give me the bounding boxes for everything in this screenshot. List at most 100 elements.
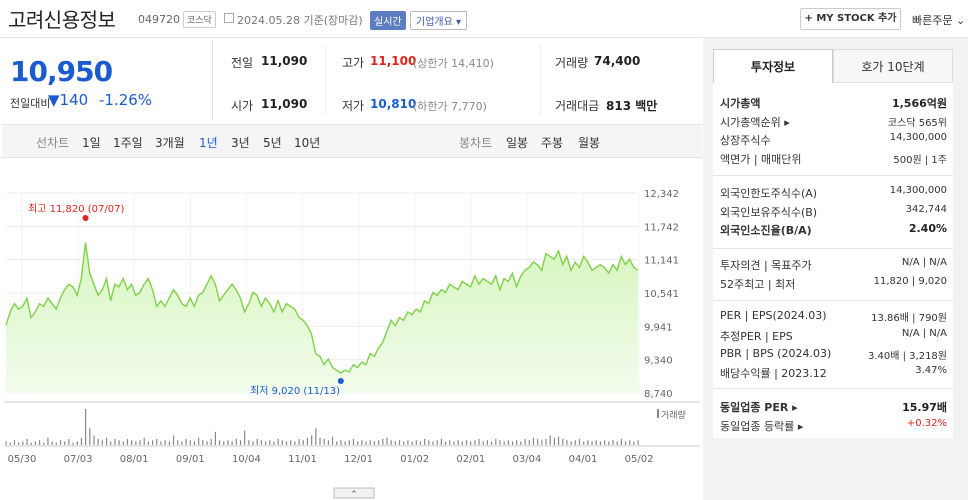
volume-bar <box>156 439 158 445</box>
volume-bar <box>55 442 57 445</box>
volume-bar <box>18 442 20 445</box>
info-value: 3.40배 | 3,218원 <box>867 350 947 362</box>
divider <box>325 45 326 115</box>
volume-bar <box>566 440 568 445</box>
volume-bar <box>528 440 530 445</box>
info-label: PER | EPS(2024.03) <box>720 309 827 322</box>
volume-bar <box>22 441 24 445</box>
volume-bar <box>537 439 539 445</box>
volume-bar <box>269 440 271 445</box>
info-label: 시가총액순위 ▸ <box>720 115 790 129</box>
y-tick-label: 11,141 <box>644 256 679 267</box>
volume-bar <box>436 440 438 445</box>
volume-bar <box>478 439 480 445</box>
upper-limit: (상한가 14,410) <box>413 57 494 70</box>
volume-bar <box>495 439 497 445</box>
candle-weekly[interactable]: 주봉 <box>541 134 563 151</box>
volume-bar <box>340 440 342 445</box>
volume-bar <box>465 440 468 445</box>
volume-bar <box>549 435 551 445</box>
high-value: 11,100 <box>370 54 417 68</box>
price-chart[interactable]: 12,342 11,742 11,141 10,541 9,941 9,340 8,740 0… <box>0 160 702 500</box>
realtime-button[interactable]: 실시간 <box>370 11 406 30</box>
volume-bar <box>608 441 610 445</box>
volume-bar <box>633 441 635 445</box>
tab-orderbook-10[interactable]: 호가 10단계 <box>833 49 953 83</box>
max-annotation: 최고 11,820 (07/07) <box>28 203 124 215</box>
divider <box>540 45 541 115</box>
low-value: 10,810 <box>370 97 417 111</box>
volume-bar <box>122 441 124 445</box>
candle-daily[interactable]: 일봉 <box>506 134 528 151</box>
info-label: 52주최고 | 최저 <box>720 277 796 291</box>
volume-bar <box>553 437 555 445</box>
volume-bar <box>616 441 618 445</box>
volume-bar <box>344 441 346 445</box>
volume-bar <box>532 437 535 445</box>
change-value: ▼140 <box>48 91 89 109</box>
y-tick-label: 10,541 <box>644 289 679 300</box>
volume-bar <box>218 440 221 445</box>
y-tick-label: 12,342 <box>644 189 679 200</box>
info-value: 14,300,000 <box>889 185 947 196</box>
volume-bar <box>298 439 300 445</box>
volume-bar <box>432 441 434 445</box>
volume-bar <box>72 442 74 445</box>
volume-bar <box>135 441 137 445</box>
volume-bar <box>499 440 501 445</box>
volume-bar <box>587 440 589 445</box>
volume-bar <box>403 441 405 445</box>
info-label: 외국인소진율(B/A) <box>720 224 812 237</box>
volume-bar <box>93 435 95 445</box>
info-value: 14,300,000 <box>889 132 947 143</box>
volume-bar <box>578 439 581 445</box>
volume-bar <box>562 439 564 445</box>
add-my-stock-button[interactable]: + MY STOCK 추가 <box>800 8 901 30</box>
volume-bar <box>47 437 49 445</box>
period-1y[interactable]: 1년 <box>199 134 218 151</box>
volume-bar <box>290 440 292 445</box>
info-value: 342,744 <box>905 203 947 215</box>
x-tick-label: 02/01 <box>456 454 485 465</box>
candle-monthly[interactable]: 월봉 <box>578 134 600 151</box>
volume-bar <box>365 441 367 445</box>
volume-bar <box>503 441 505 445</box>
corp-overview-dropdown[interactable]: 기업개요 ▾ <box>410 11 467 30</box>
volume-bar <box>193 441 196 445</box>
prev-close-value: 11,090 <box>261 54 308 68</box>
info-label: 추정PER | EPS <box>720 329 793 343</box>
min-marker <box>337 378 344 384</box>
volume-bar <box>336 441 338 445</box>
volume-bar <box>327 440 329 445</box>
info-label: 배당수익률 | 2023.12 <box>720 367 827 381</box>
volume-bar <box>223 441 225 445</box>
volume-bar <box>491 441 493 445</box>
info-value: 3.47% <box>915 365 947 377</box>
base-date: 2024.05.28 기준(장마감) <box>237 14 363 27</box>
quick-order-button[interactable]: 빠른주문 ⌄ <box>912 12 965 28</box>
market-badge: 코스닥 <box>183 11 216 28</box>
period-1d[interactable]: 1일 <box>82 134 101 151</box>
volume-bar <box>5 441 7 445</box>
info-label: 투자의견 | 목표주가 <box>720 259 812 272</box>
period-5y[interactable]: 5년 <box>263 134 282 151</box>
volume-bar <box>101 440 103 445</box>
high-label: 고가 <box>342 56 365 70</box>
period-3m[interactable]: 3개월 <box>155 134 185 151</box>
chevron-up-icon: ⌃ <box>350 490 358 500</box>
volume-bar <box>557 436 560 445</box>
volume-bar <box>206 441 208 445</box>
period-1w[interactable]: 1주일 <box>113 134 143 151</box>
open-value: 11,090 <box>261 97 308 111</box>
period-3y[interactable]: 3년 <box>231 134 250 151</box>
info-value: 2.40% <box>908 222 947 235</box>
volume-bar <box>390 440 392 445</box>
period-10y[interactable]: 10년 <box>294 134 320 151</box>
volume-bar <box>105 437 108 445</box>
volume-bar <box>38 440 41 445</box>
volume-bar <box>541 440 543 445</box>
volume-bar <box>419 441 422 445</box>
tab-invest-info[interactable]: 투자정보 <box>713 49 833 83</box>
info-label: 액면가 | 매매단위 <box>720 152 802 166</box>
volume-bar <box>164 440 166 445</box>
